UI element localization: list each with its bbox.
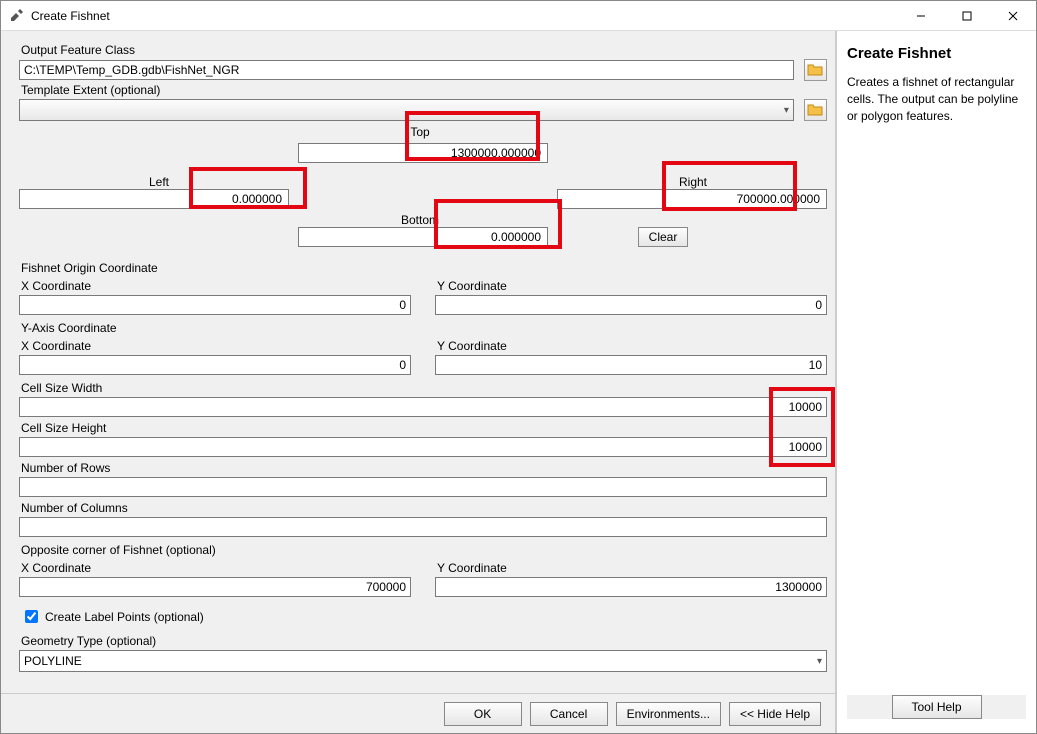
minimize-button[interactable] [898,1,944,31]
template-extent-dropdown[interactable]: ▾ [19,99,794,121]
cancel-button[interactable]: Cancel [530,702,608,726]
label-points-checkbox[interactable] [25,610,38,623]
origin-x-input[interactable] [19,295,411,315]
yaxis-row: X Coordinate Y Coordinate [19,337,827,375]
opp-x-label: X Coordinate [21,561,411,575]
cell-height-label: Cell Size Height [21,421,827,435]
extent-right-label: Right [679,175,707,189]
origin-label: Fishnet Origin Coordinate [21,261,827,275]
extent-bottom-label: Bottom [401,213,439,227]
help-panel: Create Fishnet Creates a fishnet of rect… [836,31,1036,733]
close-button[interactable] [990,1,1036,31]
geomtype-label: Geometry Type (optional) [21,634,827,648]
geomtype-value: POLYLINE [24,654,82,668]
nrows-label: Number of Rows [21,461,827,475]
parameters-panel: Output Feature Class Template Extent (op… [1,31,836,733]
extent-top-input[interactable] [298,143,548,163]
extent-top-label: Top [410,125,429,139]
origin-row: X Coordinate Y Coordinate [19,277,827,315]
hammer-icon [9,8,25,24]
label-points-row: Create Label Points (optional) [21,607,827,626]
browse-template-button[interactable] [804,99,827,121]
tool-help-button[interactable]: Tool Help [892,695,982,719]
yaxis-x-label: X Coordinate [21,339,411,353]
extent-grid: Top Left Right [19,125,827,247]
output-label: Output Feature Class [21,43,827,57]
extent-bottom-input[interactable] [298,227,548,247]
yaxis-label: Y-Axis Coordinate [21,321,827,335]
folder-icon [807,102,823,119]
opp-x-input[interactable] [19,577,411,597]
origin-x-label: X Coordinate [21,279,411,293]
help-title: Create Fishnet [847,45,1026,62]
nrows-input[interactable] [19,477,827,497]
chevron-down-icon: ▾ [817,656,822,667]
yaxis-x-input[interactable] [19,355,411,375]
hide-help-button[interactable]: << Hide Help [729,702,821,726]
ncols-input[interactable] [19,517,827,537]
bottom-button-bar: OK Cancel Environments... << Hide Help [1,693,835,733]
window-title: Create Fishnet [31,9,898,23]
form-scroll[interactable]: Output Feature Class Template Extent (op… [1,31,835,693]
geomtype-dropdown[interactable]: POLYLINE ▾ [19,650,827,672]
cell-width-label: Cell Size Width [21,381,827,395]
titlebar: Create Fishnet [1,1,1036,31]
help-body: Creates a fishnet of rectangular cells. … [847,74,1026,124]
output-path-input[interactable] [19,60,794,80]
cell-width-input[interactable] [19,397,827,417]
environments-button[interactable]: Environments... [616,702,721,726]
template-label: Template Extent (optional) [21,83,827,97]
main-area: Output Feature Class Template Extent (op… [1,31,1036,733]
origin-y-input[interactable] [435,295,827,315]
maximize-button[interactable] [944,1,990,31]
folder-icon [807,62,823,79]
extent-left-label: Left [149,175,169,189]
extent-clear-button[interactable]: Clear [638,227,688,247]
opp-y-label: Y Coordinate [437,561,827,575]
opposite-label: Opposite corner of Fishnet (optional) [21,543,827,557]
label-points-text: Create Label Points (optional) [45,610,204,624]
yaxis-y-input[interactable] [435,355,827,375]
origin-y-label: Y Coordinate [437,279,827,293]
yaxis-y-label: Y Coordinate [437,339,827,353]
ok-button[interactable]: OK [444,702,522,726]
opp-y-input[interactable] [435,577,827,597]
browse-output-button[interactable] [804,59,827,81]
opposite-row: X Coordinate Y Coordinate [19,559,827,597]
extent-left-input[interactable] [19,189,289,209]
chevron-down-icon: ▾ [784,105,789,116]
cell-height-input[interactable] [19,437,827,457]
ncols-label: Number of Columns [21,501,827,515]
window-root: Create Fishnet Output Feature Class Temp… [0,0,1037,734]
extent-right-input[interactable] [557,189,827,209]
